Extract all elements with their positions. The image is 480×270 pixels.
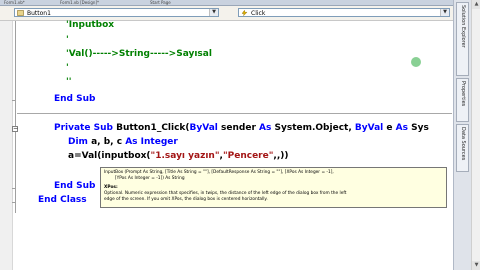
keyword: Integer xyxy=(140,137,178,147)
vertical-scrollbar[interactable]: ▲ ▼ xyxy=(471,0,480,270)
assign-expression: a=Val(inputbox( xyxy=(68,151,151,161)
editor-margin xyxy=(0,21,13,270)
keyword: Dim xyxy=(68,137,88,147)
method-name-value: Click xyxy=(251,10,266,17)
code-comment-line: 'Val()----->String----->Sayısal xyxy=(66,49,212,59)
assignment-line[interactable]: a=Val(inputbox("1.sayı yazın","Pencere",… xyxy=(68,151,288,162)
type-name: System.Object, xyxy=(274,123,352,133)
method-name-combo[interactable]: Click ▼ xyxy=(238,8,450,17)
mouse-cursor-highlight xyxy=(411,57,421,67)
dim-variables: a, b, c xyxy=(91,137,123,147)
type-name: Sys xyxy=(411,123,429,133)
outline-gutter-line xyxy=(15,21,16,213)
scroll-up-icon[interactable]: ▲ xyxy=(472,0,480,9)
tab-form1-code[interactable]: Form1.vb* xyxy=(4,0,25,5)
scroll-down-icon[interactable]: ▼ xyxy=(472,261,480,270)
tab-solution-explorer[interactable]: Solution Explorer xyxy=(456,2,469,76)
string-literal: "1.sayı yazın" xyxy=(150,151,220,161)
outline-end-tick xyxy=(12,100,15,101)
keyword: As xyxy=(259,123,272,133)
code-comment-line: ' xyxy=(66,63,69,73)
string-literal: "Pencere" xyxy=(222,151,274,161)
end-sub-keyword: End Sub xyxy=(54,94,96,104)
data-sources-label: Data Sources xyxy=(460,127,466,161)
intellisense-parameter-tooltip: InputBox (Prompt As String, [Title As St… xyxy=(100,167,447,208)
outline-end-tick xyxy=(12,202,15,203)
procedure-separator xyxy=(17,113,452,114)
tab-start-page[interactable]: Start Page xyxy=(150,0,171,5)
code-navigation-bar: Button1 ▼ Click ▼ xyxy=(0,6,470,21)
tooltip-description-cont: edge of the screen. If you omit XPos, th… xyxy=(104,197,268,202)
tab-data-sources[interactable]: Data Sources xyxy=(456,124,469,172)
dim-line: Dim a, b, c As Integer xyxy=(68,137,178,148)
tab-properties[interactable]: Properties xyxy=(456,78,469,122)
keyword: Private xyxy=(54,123,91,133)
class-icon xyxy=(17,10,24,16)
chevron-down-icon[interactable]: ▼ xyxy=(440,9,449,16)
event-icon xyxy=(241,10,248,16)
solution-explorer-label: Solution Explorer xyxy=(460,5,466,48)
tooltip-signature-cont: [YPos As Integer = -1]) As String xyxy=(104,176,185,181)
tab-form1-design[interactable]: Form1.vb [Design]* xyxy=(60,0,99,5)
keyword: As xyxy=(395,123,408,133)
keyword: ByVal xyxy=(189,123,218,133)
collapse-toggle-icon[interactable]: − xyxy=(12,126,18,132)
end-sub-keyword: End Sub xyxy=(54,181,96,191)
class-name-value: Button1 xyxy=(27,10,51,17)
keyword: Sub xyxy=(93,123,113,133)
sub-name: Button1_Click( xyxy=(116,123,190,133)
sub-declaration-line: Private Sub Button1_Click(ByVal sender A… xyxy=(54,123,429,134)
properties-label: Properties xyxy=(460,81,466,107)
param-name: e xyxy=(386,123,393,133)
chevron-down-icon[interactable]: ▼ xyxy=(209,9,218,16)
outline-end-tick xyxy=(12,188,15,189)
keyword: As xyxy=(125,137,138,147)
keyword: ByVal xyxy=(354,123,384,133)
code-comment-line: 'Inputbox xyxy=(66,20,115,30)
assign-tail: ,,)) xyxy=(273,151,289,161)
param-name: sender xyxy=(221,123,256,133)
code-comment-line: '' xyxy=(66,77,72,87)
end-class-keyword: End Class xyxy=(38,195,87,205)
code-comment-line: ' xyxy=(66,35,69,45)
docked-tool-windows: Solution Explorer Properties Data Source… xyxy=(453,0,472,270)
class-name-combo[interactable]: Button1 ▼ xyxy=(14,8,219,17)
